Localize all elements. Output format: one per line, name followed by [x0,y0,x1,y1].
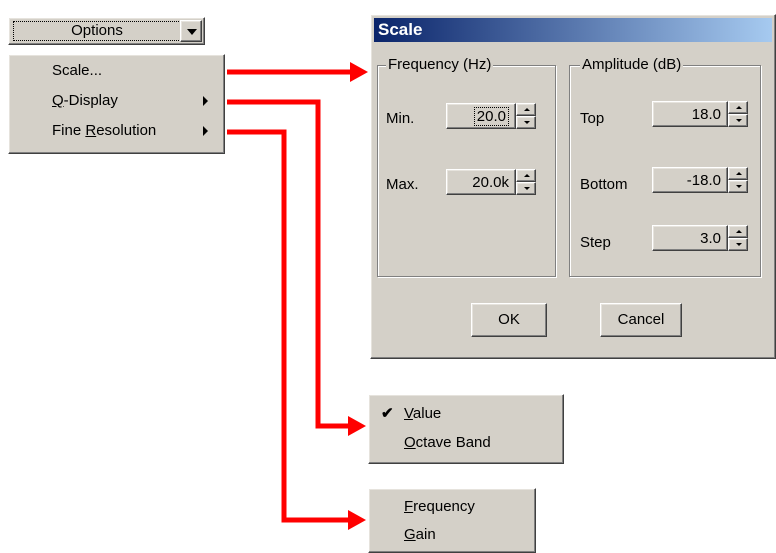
min-label: Min. [386,110,415,127]
menu-item-label: -Display [63,92,118,109]
step-down-button[interactable] [728,238,748,251]
amplitude-legend: Amplitude (dB) [580,56,684,74]
menu-item-mnemonic: Q [52,92,64,109]
max-value-field[interactable]: 20.0k [446,169,516,195]
bottom-label: Bottom [580,176,628,193]
dialog-title: Scale [374,18,772,42]
arrow-up-icon [736,230,742,233]
options-combo[interactable]: Options [8,17,205,45]
fine-resolution-menu: Frequency Gain [368,488,536,553]
menu-item-label: requency [413,498,475,515]
step-spinner [728,225,748,251]
menu-item-octave-band[interactable]: Octave Band [369,430,563,456]
submenu-arrow-icon [203,126,208,136]
menu-item-mnemonic: R [85,122,97,139]
max-value: 20.0k [472,174,509,191]
options-label: Options [13,21,181,41]
min-spin: 20.0 [446,103,536,133]
arrow-down-icon [736,119,742,122]
bottom-value-field[interactable]: -18.0 [652,167,728,193]
chevron-down-icon [187,29,197,35]
top-label: Top [580,110,605,127]
arrowhead-icon [350,62,368,82]
step-value-field[interactable]: 3.0 [652,225,728,251]
arrow-down-icon [736,185,742,188]
menu-item-mnemonic: O [404,434,416,451]
frequency-group: Frequency (Hz) Min. 20.0 Max. 20.0k [377,56,556,277]
submenu-arrow-icon [203,96,208,106]
q-display-menu: ✔ Value Octave Band [368,394,564,464]
arrow-down-icon [736,243,742,246]
min-value: 20.0 [473,107,509,126]
menu-item-label: ctave Band [415,434,491,451]
max-down-button[interactable] [516,182,536,195]
max-spinner [516,169,536,195]
step-value: 3.0 [700,230,721,247]
top-spinner [728,101,748,127]
bottom-spin: -18.0 [652,167,748,197]
max-up-button[interactable] [516,169,536,182]
max-label: Max. [386,176,419,193]
top-spin: 18.0 [652,101,748,131]
min-spinner [516,103,536,129]
menu-item-q-display[interactable]: Q-Display [9,89,224,113]
menu-item-scale[interactable]: Scale... [9,59,224,83]
menu-item-label-prefix: Fine [52,122,86,139]
menu-item-label: esolution [96,122,157,139]
menu-item-mnemonic: F [404,498,414,515]
min-value-field[interactable]: 20.0 [446,103,516,129]
amplitude-group: Amplitude (dB) Top 18.0 Bottom -18.0 Ste… [569,56,761,277]
ok-button[interactable]: OK [471,303,547,337]
options-dropdown-button[interactable] [180,20,202,42]
menu-item-label: alue [412,405,442,422]
bottom-up-button[interactable] [728,167,748,180]
menu-item-gain[interactable]: Gain [369,522,535,548]
arrow-q-display [227,99,350,429]
top-up-button[interactable] [728,101,748,114]
arrow-up-icon [736,172,742,175]
arrow-up-icon [524,108,530,111]
arrowhead-icon [348,416,366,436]
arrow-up-icon [524,174,530,177]
bottom-spinner [728,167,748,193]
step-label: Step [580,234,611,251]
options-menu: Scale... Q-Display Fine Resolution [8,54,225,154]
min-up-button[interactable] [516,103,536,116]
arrow-up-icon [736,106,742,109]
menu-item-value[interactable]: ✔ Value [369,401,563,427]
bottom-down-button[interactable] [728,180,748,193]
arrow-down-icon [524,121,530,124]
menu-item-label: Scale... [52,62,103,79]
top-value-field[interactable]: 18.0 [652,101,728,127]
scale-dialog: Scale Frequency (Hz) Min. 20.0 Max. 20.0… [370,14,776,359]
bottom-value: -18.0 [686,172,721,189]
cancel-button[interactable]: Cancel [600,303,682,337]
top-value: 18.0 [691,106,721,123]
frequency-legend: Frequency (Hz) [386,56,494,74]
menu-item-mnemonic: V [404,405,413,422]
checkmark-icon: ✔ [381,405,394,422]
min-down-button[interactable] [516,116,536,129]
arrowhead-icon [348,510,366,530]
arrow-down-icon [524,187,530,190]
menu-item-label: ain [415,526,436,543]
menu-item-fine-resolution[interactable]: Fine Resolution [9,119,224,143]
step-up-button[interactable] [728,225,748,238]
top-down-button[interactable] [728,114,748,127]
menu-item-mnemonic: G [404,526,416,543]
max-spin: 20.0k [446,169,536,199]
step-spin: 3.0 [652,225,748,255]
arrow-fine-resolution [227,129,350,523]
menu-item-frequency[interactable]: Frequency [369,494,535,520]
